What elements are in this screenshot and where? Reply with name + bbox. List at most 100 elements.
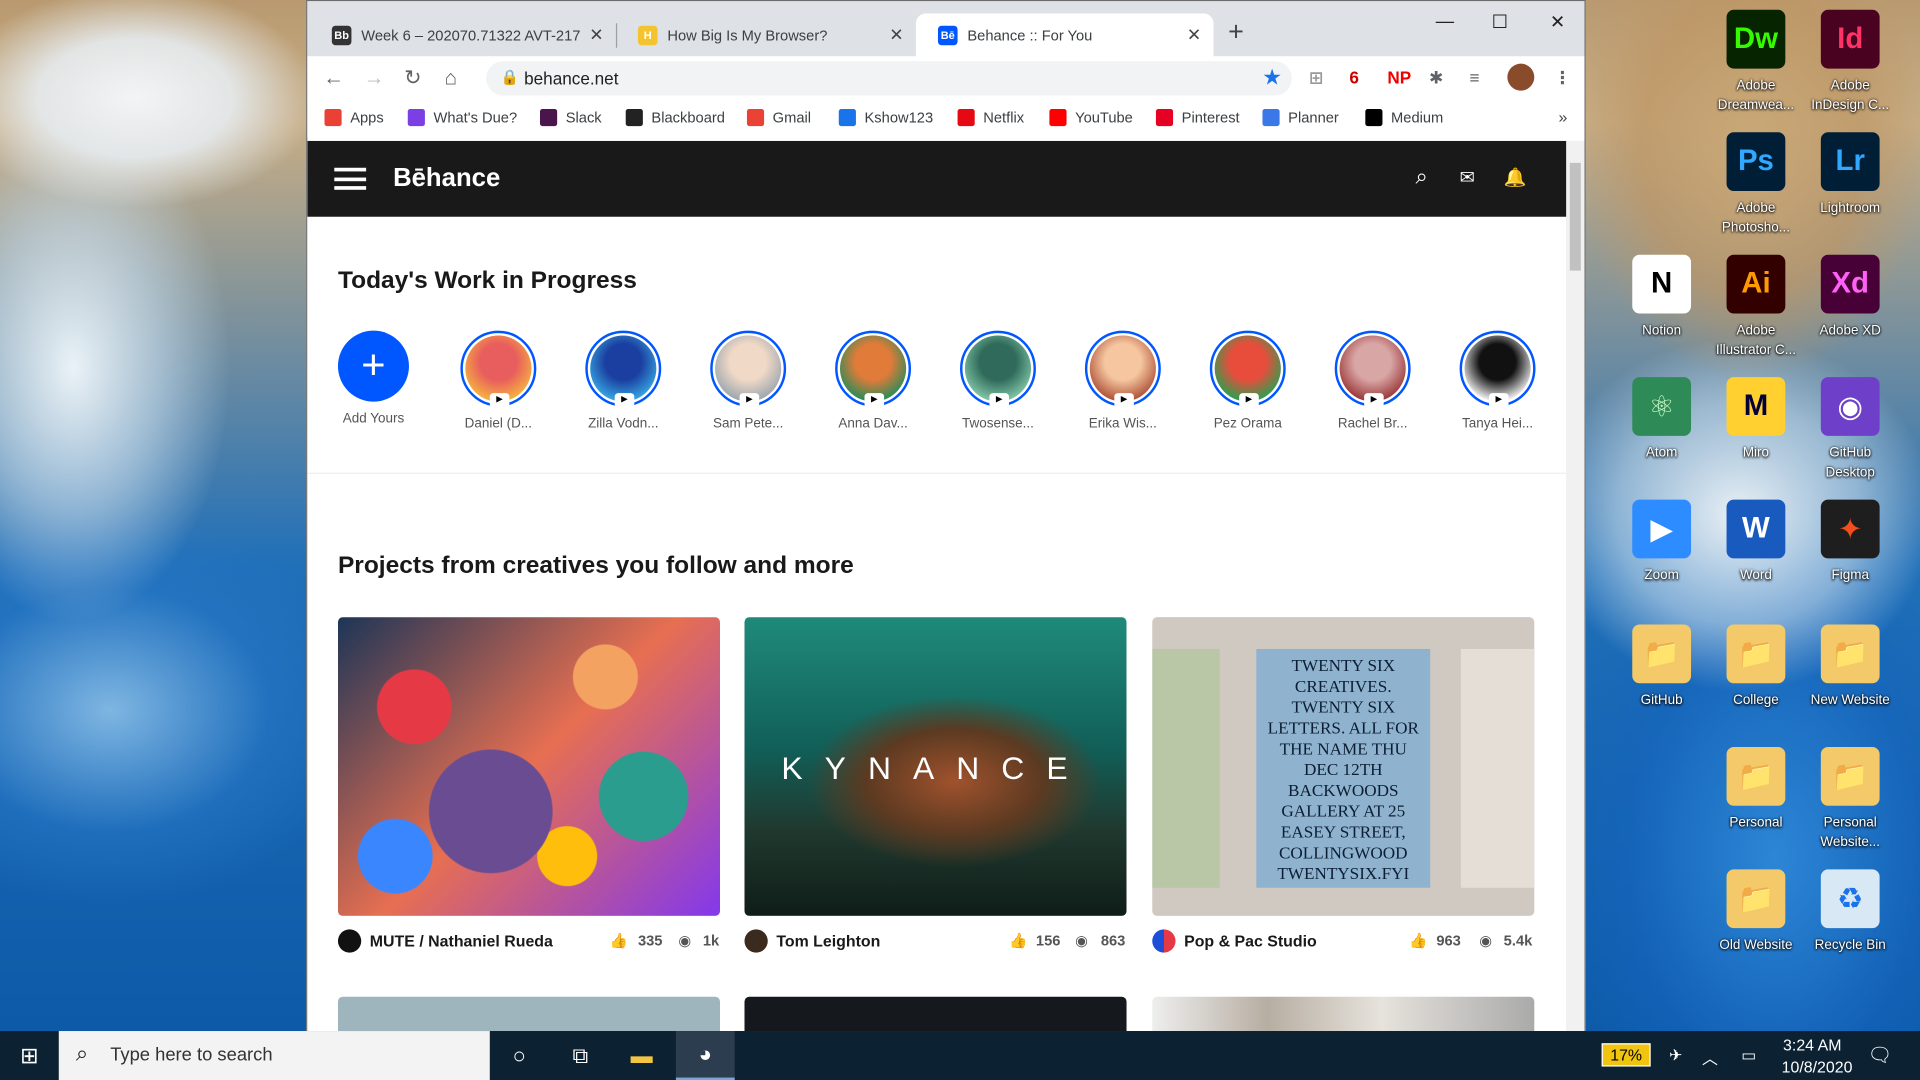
tab-week6[interactable]: Bb Week 6 – 202070.71322 AVT-217 ✕ [310,13,616,56]
bookmark-star-icon[interactable]: ★ [1262,65,1282,91]
bookmark-kshow123[interactable]: Kshow123 [838,108,933,127]
story-avatar[interactable]: ▶ [960,330,1036,408]
clock[interactable]: 3:24 AM 10/8/2020 [1782,1036,1853,1076]
bell-icon[interactable]: 🔔 [1504,167,1527,189]
project-card-partial[interactable] [744,996,1127,1032]
chevron-up-icon[interactable]: ︿ [1702,1046,1718,1069]
desktop-icon-adobe-dreamwea[interactable]: Dw Adobe Dreamwea... [1711,9,1802,115]
story-item[interactable]: ▶ Zilla Vodn... [574,330,672,431]
behance-logo[interactable]: Bēhance [393,164,500,193]
scrollbar[interactable] [1566,140,1585,1032]
story-item[interactable]: ▶ Erika Wis... [1074,330,1172,431]
project-card[interactable]: KYNANCE Tom Leighton 👍 156 ◉ 863 [744,617,1127,953]
extension-icon[interactable]: ⊞ [1309,67,1323,88]
address-bar[interactable]: 🔒 behance.net ★ [486,61,1292,96]
project-card-partial[interactable] [1152,996,1535,1032]
home-icon[interactable]: ⌂ [444,66,457,90]
plus-icon[interactable]: + [337,330,409,402]
airplane-icon[interactable]: ✈ [1669,1046,1682,1066]
menu-icon[interactable]: ⋮ [1554,67,1571,88]
menu-icon[interactable] [334,167,367,190]
story-item[interactable]: ▶ Twosense... [949,330,1047,431]
project-thumbnail[interactable]: KYNANCE [744,617,1127,916]
close-icon[interactable]: ✕ [589,24,603,45]
scrollbar-thumb[interactable] [1569,162,1581,271]
story-item[interactable]: ▶ Pez Orama [1199,330,1297,431]
bookmark-planner[interactable]: Planner [1262,108,1339,127]
forward-icon[interactable]: → [364,66,385,90]
desktop-icon-personal-website[interactable]: 📁 Personal Website... [1805,746,1896,852]
project-card[interactable]: MUTE / Nathaniel Rueda 👍 335 ◉ 1k [337,617,721,953]
chrome-icon[interactable]: ◕ [675,1031,735,1080]
desktop-icon-figma[interactable]: ✦ Figma [1805,499,1896,586]
desktop-icon-zoom[interactable]: ▶ Zoom [1616,499,1707,586]
desktop-icon-personal[interactable]: 📁 Personal [1711,746,1802,833]
owner-name[interactable]: MUTE / Nathaniel Rueda [370,932,553,950]
close-window-button[interactable]: ✕ [1539,11,1576,33]
back-icon[interactable]: ← [323,66,344,90]
story-avatar[interactable]: ▶ [460,330,537,408]
minimize-button[interactable]: — [1427,11,1464,32]
desktop-icon-adobe-photosho[interactable]: Ps Adobe Photosho... [1711,132,1802,237]
more-bookmarks-icon[interactable]: » [1559,108,1568,126]
story-avatar[interactable]: ▶ [835,330,912,408]
desktop-icon-adobe-xd[interactable]: Xd Adobe XD [1805,254,1896,341]
owner-name[interactable]: Tom Leighton [776,932,880,950]
bookmark-pinterest[interactable]: Pinterest [1155,108,1240,127]
project-card[interactable]: TWENTY SIX CREATIVES. TWENTY SIX LETTERS… [1152,617,1535,953]
story-avatar[interactable]: ▶ [585,330,662,408]
close-icon[interactable]: ✕ [1187,24,1201,45]
story-item[interactable]: ▶ Sam Pete... [699,330,797,431]
desktop-icon-college[interactable]: 📁 College [1711,624,1802,710]
story-avatar[interactable]: ▶ [1209,330,1286,408]
notifications-icon[interactable]: 🗨 [1867,1043,1892,1067]
desktop-icon-word[interactable]: W Word [1711,499,1802,586]
story-item[interactable]: ▶ Anna Dav... [824,330,922,431]
desktop-icon-adobe-indesign-c[interactable]: Id Adobe InDesign C... [1805,9,1896,115]
cortana-icon[interactable]: ○ [490,1031,549,1080]
story-item[interactable]: ▶ Daniel (D... [449,330,547,431]
desktop-icon-adobe-illustrator-c[interactable]: Ai Adobe Illustrator C... [1711,254,1802,360]
bookmark-apps[interactable]: Apps [324,108,384,127]
close-icon[interactable]: ✕ [889,24,903,45]
owner-name[interactable]: Pop & Pac Studio [1184,932,1317,950]
tab-how-big[interactable]: H How Big Is My Browser? ✕ [616,13,916,56]
np-extension-icon[interactable]: NP [1387,67,1411,87]
bookmark-netflix[interactable]: Netflix [957,108,1024,127]
bookmark-blackboard[interactable]: Blackboard [625,108,725,127]
desktop-icon-miro[interactable]: M Miro [1711,377,1802,463]
project-thumbnail[interactable] [337,617,721,916]
bookmark-slack[interactable]: Slack [540,108,602,127]
desktop-icon-github-desktop[interactable]: ◉ GitHub Desktop [1805,377,1896,482]
story-avatar[interactable]: ▶ [710,330,787,408]
desktop-icon-new-website[interactable]: 📁 New Website [1805,624,1896,710]
story-avatar[interactable]: ▶ [1459,330,1536,408]
reload-icon[interactable]: ↻ [404,66,421,90]
profile-avatar[interactable] [1507,63,1535,91]
desktop-icon-atom[interactable]: ⚛ Atom [1616,377,1707,463]
tab-behance[interactable]: Bē Behance :: For You ✕ [915,13,1214,57]
add-story-button[interactable]: + Add Yours [324,330,422,426]
bookmark-youtube[interactable]: YouTube [1049,108,1133,127]
story-avatar[interactable]: ▶ [1084,330,1161,408]
desktop-icon-github[interactable]: 📁 GitHub [1616,624,1707,710]
story-item[interactable]: ▶ Tanya Hei... [1449,330,1547,431]
battery-indicator[interactable]: 17% [1601,1043,1651,1067]
project-card-partial[interactable] [337,996,721,1032]
task-view-icon[interactable]: ⧉ [551,1031,610,1080]
owner-avatar[interactable] [337,929,362,953]
file-explorer-icon[interactable]: ▬ [612,1031,671,1080]
desktop-icon-recycle-bin[interactable]: ♻ Recycle Bin [1805,869,1896,955]
maximize-button[interactable]: ☐ [1482,11,1519,33]
taskbar-search[interactable]: ⌕ Type here to search [58,1031,490,1080]
desktop-icon-old-website[interactable]: 📁 Old Website [1711,869,1802,955]
project-thumbnail[interactable]: TWENTY SIX CREATIVES. TWENTY SIX LETTERS… [1152,617,1535,916]
owner-avatar[interactable] [744,929,768,953]
story-item[interactable]: ▶ Rachel Br... [1324,330,1422,431]
story-avatar[interactable]: ▶ [1334,330,1411,408]
bookmark-medium[interactable]: Medium [1365,108,1443,127]
new-tab-button[interactable]: + [1228,18,1244,45]
ublock-icon[interactable]: 6 [1349,67,1359,87]
owner-avatar[interactable] [1152,929,1176,953]
battery-icon[interactable]: ▭ [1741,1046,1756,1066]
